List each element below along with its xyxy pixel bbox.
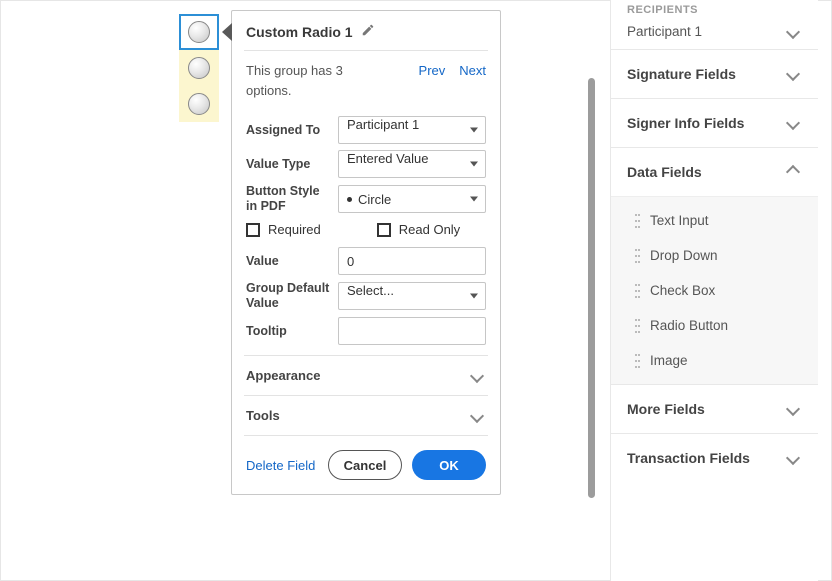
grip-icon [635, 354, 640, 368]
tooltip-input[interactable] [338, 317, 486, 345]
radio-option-1[interactable] [179, 14, 219, 50]
section-signature-fields[interactable]: Signature Fields [611, 49, 818, 98]
signer-info-fields-label: Signer Info Fields [627, 115, 744, 131]
checkbox-icon [377, 223, 391, 237]
field-item-radio-button[interactable]: Radio Button [611, 308, 818, 343]
value-type-value: Entered Value [347, 151, 428, 166]
tools-section[interactable]: Tools [246, 396, 486, 435]
drop-down-label: Drop Down [650, 248, 718, 263]
circle-icon [347, 197, 352, 202]
value-label: Value [246, 254, 330, 269]
data-fields-panel: Text Input Drop Down Check Box Radio But… [611, 196, 818, 384]
cancel-button[interactable]: Cancel [328, 450, 402, 480]
chevron-down-icon [786, 67, 800, 81]
button-style-value: Circle [358, 192, 391, 207]
grip-icon [635, 214, 640, 228]
tooltip-label: Tooltip [246, 324, 330, 339]
section-transaction-fields[interactable]: Transaction Fields [611, 433, 818, 482]
button-style-label: Button Style in PDF [246, 184, 330, 214]
next-link[interactable]: Next [459, 63, 486, 78]
recipients-select[interactable]: Participant 1 [611, 18, 818, 49]
field-properties-popover: Custom Radio 1 This group has 3 options.… [231, 10, 501, 495]
text-input-label: Text Input [650, 213, 709, 228]
field-item-text-input[interactable]: Text Input [611, 203, 818, 238]
group-info-text: This group has 3 options. [246, 61, 376, 100]
appearance-section[interactable]: Appearance [246, 356, 486, 395]
radio-button-label: Radio Button [650, 318, 728, 333]
assigned-to-select[interactable]: Participant 1 [338, 116, 486, 144]
value-type-label: Value Type [246, 157, 330, 172]
assigned-to-value: Participant 1 [347, 117, 419, 132]
radio-icon [188, 21, 210, 43]
image-label: Image [650, 353, 688, 368]
assigned-to-label: Assigned To [246, 123, 330, 138]
check-box-label: Check Box [650, 283, 715, 298]
section-signer-info-fields[interactable]: Signer Info Fields [611, 98, 818, 147]
popover-title: Custom Radio 1 [246, 24, 353, 40]
checkbox-icon [246, 223, 260, 237]
tools-label: Tools [246, 408, 280, 423]
chevron-up-icon [786, 165, 800, 179]
field-item-image[interactable]: Image [611, 343, 818, 378]
group-default-select[interactable]: Select... [338, 282, 486, 310]
transaction-fields-label: Transaction Fields [627, 450, 750, 466]
chevron-down-icon [786, 402, 800, 416]
grip-icon [635, 249, 640, 263]
chevron-down-icon [786, 116, 800, 130]
required-label: Required [268, 222, 321, 237]
section-more-fields[interactable]: More Fields [611, 384, 818, 433]
read-only-checkbox[interactable]: Read Only [377, 222, 460, 237]
signature-fields-label: Signature Fields [627, 66, 736, 82]
required-checkbox[interactable]: Required [246, 222, 321, 237]
more-fields-label: More Fields [627, 401, 705, 417]
field-item-check-box[interactable]: Check Box [611, 273, 818, 308]
value-input[interactable] [338, 247, 486, 275]
right-sidebar: RECIPIENTS Participant 1 Signature Field… [610, 0, 818, 581]
delete-field-link[interactable]: Delete Field [246, 458, 318, 473]
grip-icon [635, 284, 640, 298]
chevron-down-icon [470, 368, 484, 382]
chevron-down-icon [786, 451, 800, 465]
chevron-down-icon [470, 408, 484, 422]
group-default-value: Select... [347, 283, 394, 298]
scrollbar[interactable] [588, 78, 595, 498]
group-default-label: Group Default Value [246, 281, 330, 311]
value-type-select[interactable]: Entered Value [338, 150, 486, 178]
appearance-label: Appearance [246, 368, 320, 383]
section-data-fields[interactable]: Data Fields [611, 147, 818, 196]
field-item-drop-down[interactable]: Drop Down [611, 238, 818, 273]
chevron-down-icon [786, 24, 800, 38]
radio-icon [188, 57, 210, 79]
edit-icon[interactable] [361, 23, 375, 40]
recipients-value: Participant 1 [627, 24, 702, 39]
prev-link[interactable]: Prev [419, 63, 446, 78]
recipients-heading: RECIPIENTS [611, 0, 818, 18]
button-style-select[interactable]: Circle [338, 185, 486, 213]
read-only-label: Read Only [399, 222, 460, 237]
ok-button[interactable]: OK [412, 450, 486, 480]
radio-option-3[interactable] [179, 86, 219, 122]
radio-icon [188, 93, 210, 115]
radio-options-column [179, 14, 219, 122]
grip-icon [635, 319, 640, 333]
radio-option-2[interactable] [179, 50, 219, 86]
data-fields-label: Data Fields [627, 164, 702, 180]
